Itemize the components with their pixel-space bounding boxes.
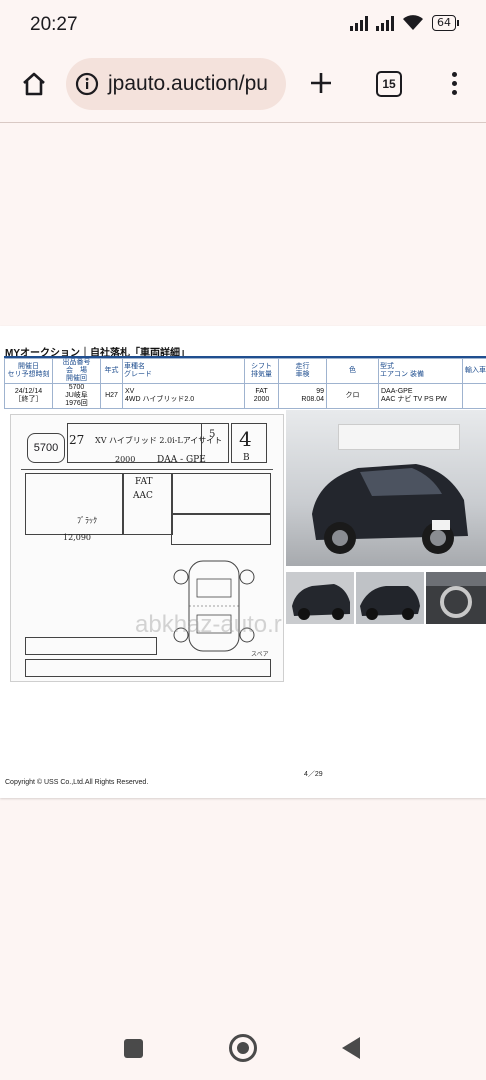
sheet-doors: 5 bbox=[209, 429, 216, 440]
car-diagram bbox=[173, 560, 255, 652]
header-mileage: 走行 車検 bbox=[278, 358, 327, 384]
sheet-footer-box bbox=[25, 637, 157, 655]
vehicle-thumbnail-2[interactable] bbox=[356, 572, 424, 624]
signal-icon bbox=[350, 15, 368, 31]
sheet-color: ﾌﾞﾗｯｸ bbox=[77, 516, 97, 525]
sheet-year: 27 bbox=[69, 433, 85, 447]
header-shift: シフト 排気量 bbox=[244, 358, 279, 384]
copyright-text: Copyright © USS Co.,Ltd.All Rights Reser… bbox=[5, 779, 149, 786]
sheet-score: 4 bbox=[239, 427, 252, 451]
cell-color: クロ bbox=[326, 383, 379, 409]
header-lot: 出品番号 会 場 開催回 bbox=[52, 358, 101, 384]
home-button[interactable] bbox=[18, 68, 50, 100]
sheet-mileage: 12,090 bbox=[63, 533, 91, 542]
site-info-icon[interactable] bbox=[74, 71, 100, 97]
sheet-equip-box bbox=[171, 513, 271, 545]
sheet-shift: FAT bbox=[135, 477, 153, 487]
cell-import bbox=[462, 383, 486, 409]
cell-model[interactable]: XV 4WD ハイブリッド2.0 bbox=[122, 383, 245, 409]
sheet-rule bbox=[21, 469, 273, 470]
table-row: 24/12/14 ［終了］ 5700 JU岐阜 1976回 H27 XV 4WD ハイブ… bbox=[4, 383, 486, 409]
cell-lot: 5700 JU岐阜 1976回 bbox=[52, 383, 101, 409]
system-home-button[interactable] bbox=[229, 1034, 257, 1062]
cell-date: 24/12/14 ［終了］ bbox=[4, 383, 53, 409]
sheet-bottom-box bbox=[25, 659, 271, 677]
sheet-cc: 2000 bbox=[115, 455, 136, 464]
toolbar-divider bbox=[0, 122, 486, 123]
sheet-ac: AAC bbox=[133, 491, 153, 501]
cell-type: DAA-GPE AAC ナビ TV PS PW bbox=[378, 383, 463, 409]
address-bar[interactable]: jpauto.auction/pu bbox=[66, 58, 286, 110]
plus-icon bbox=[311, 73, 331, 93]
vehicle-main-photo[interactable] bbox=[286, 410, 486, 566]
header-color: 色 bbox=[326, 358, 379, 384]
new-tab-button[interactable] bbox=[304, 66, 338, 100]
header-year: 年式 bbox=[100, 358, 123, 384]
car-photo-graphic bbox=[312, 464, 468, 554]
sheet-reg-box bbox=[25, 473, 123, 535]
sheet-spare-label: スペア bbox=[251, 652, 269, 658]
url-text: jpauto.auction/pu bbox=[108, 72, 268, 95]
home-icon bbox=[23, 72, 45, 96]
signal-icon-2 bbox=[376, 15, 394, 31]
tab-switcher-button[interactable]: 15 bbox=[376, 71, 402, 97]
sheet-type: DAA - GPE bbox=[157, 455, 206, 465]
status-time: 20:27 bbox=[30, 14, 78, 35]
cell-mileage: 99 R08.04 bbox=[278, 383, 327, 409]
status-bar: 20:27 64 bbox=[0, 0, 486, 52]
status-icons: 64 bbox=[350, 15, 459, 31]
watermark-text: abkhaz-auto.ru bbox=[135, 611, 284, 638]
document-page: MYオークション｜自社落札「車両詳細」 開催日 セリ予想時刻 出品番号 会 場 … bbox=[0, 326, 486, 798]
sheet-lot-number: 5700 bbox=[27, 433, 65, 463]
battery-icon: 64 bbox=[432, 15, 459, 31]
vehicle-info-table: 開催日 セリ予想時刻 出品番号 会 場 開催回 年式 車種名 グレード シフト … bbox=[4, 358, 486, 409]
system-nav-bar bbox=[0, 1020, 486, 1080]
vehicle-thumbnail-3[interactable] bbox=[426, 572, 486, 624]
header-model: 車種名 グレード bbox=[122, 358, 245, 384]
photo-wall-panel bbox=[338, 424, 460, 450]
recent-apps-button[interactable] bbox=[124, 1039, 143, 1058]
header-import: 輸入車 bbox=[462, 358, 486, 384]
wifi-icon bbox=[403, 15, 423, 30]
header-date: 開催日 セリ予想時刻 bbox=[4, 358, 53, 384]
auction-sheet-image[interactable]: 5700 27 XV ハイブリッド 2.0i-Lアイサイト 5 4 B 2000… bbox=[10, 414, 284, 682]
back-button[interactable] bbox=[342, 1037, 360, 1059]
more-menu-button[interactable] bbox=[442, 66, 466, 100]
cell-shift: FAT 2000 bbox=[244, 383, 279, 409]
table-header-row: 開催日 セリ予想時刻 出品番号 会 場 開催回 年式 車種名 グレード シフト … bbox=[4, 358, 486, 384]
header-type: 型式 エアコン 装備 bbox=[378, 358, 463, 384]
page-number: 4／29 bbox=[304, 771, 323, 778]
vehicle-thumbnail-1[interactable] bbox=[286, 572, 354, 624]
browser-toolbar: jpauto.auction/pu 15 bbox=[0, 56, 486, 112]
sheet-grade-letter: B bbox=[243, 453, 250, 463]
cell-year: H27 bbox=[100, 383, 123, 409]
sheet-notes-box bbox=[171, 473, 271, 515]
